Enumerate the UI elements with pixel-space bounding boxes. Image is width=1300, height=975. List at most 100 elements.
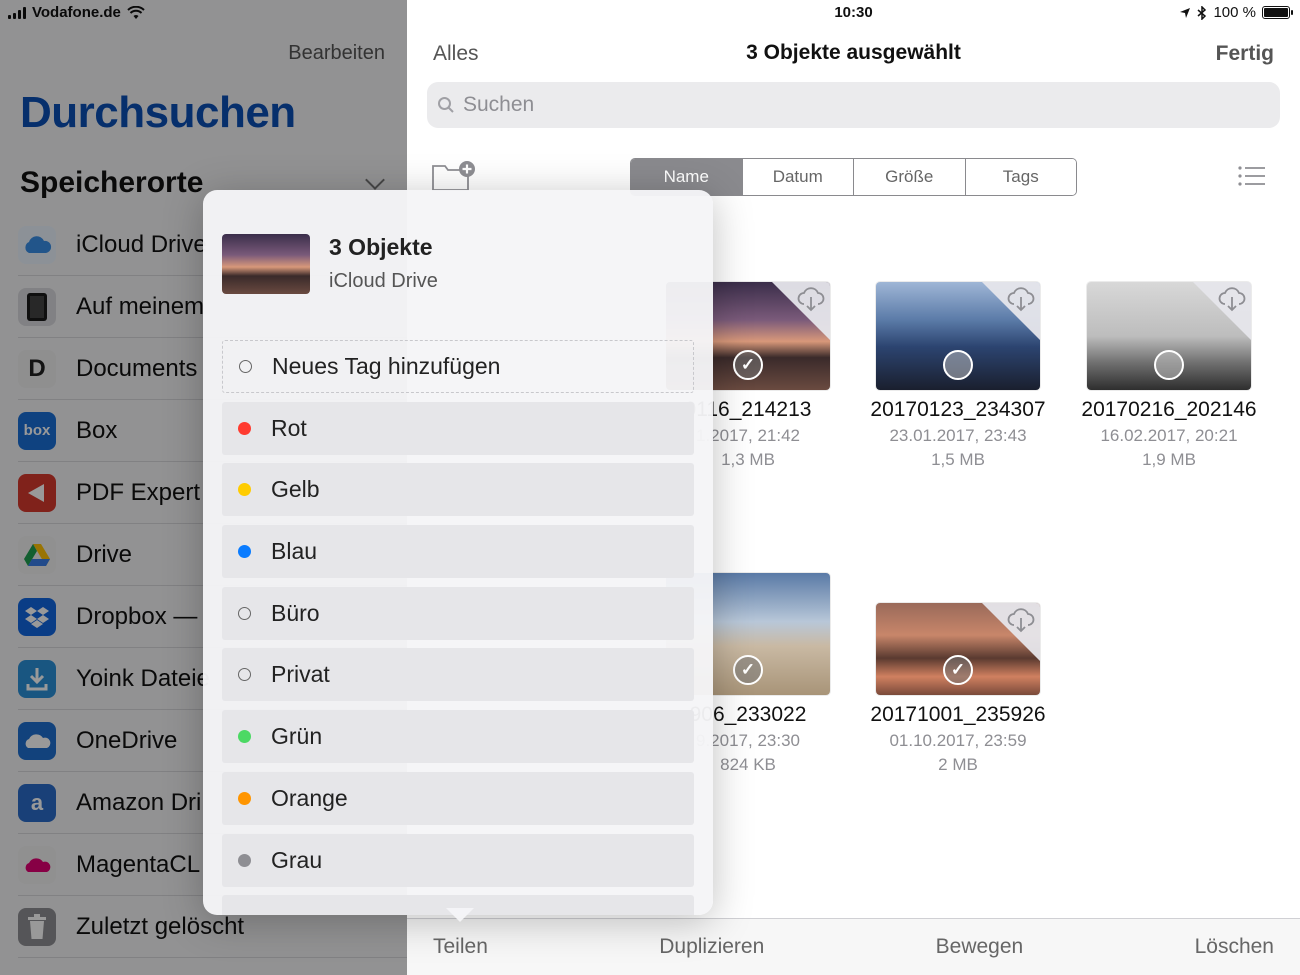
sidebar-item-label: iCloud Drive — [76, 230, 207, 258]
popover-title: 3 Objekte — [329, 234, 433, 260]
empty-circle-icon — [238, 606, 251, 620]
tag-item-gray[interactable]: Grau — [222, 833, 694, 887]
tag-label: Blau — [271, 538, 318, 565]
popover-subtitle: iCloud Drive — [329, 270, 438, 292]
selected-check-icon: ✓ — [733, 655, 763, 685]
tag-label: Privat — [271, 661, 330, 688]
share-button[interactable]: Teilen — [433, 935, 488, 959]
status-time: 10:30 — [834, 4, 873, 21]
sidebar-item-label: PDF Expert — [76, 478, 201, 506]
duplicate-button[interactable]: Duplizieren — [659, 935, 764, 959]
search-icon — [438, 97, 454, 113]
move-button[interactable]: Bewegen — [936, 935, 1024, 959]
cloud-download-icon[interactable] — [796, 286, 826, 312]
new-folder-icon[interactable] — [432, 160, 476, 192]
tag-label: Gelb — [271, 476, 320, 503]
sidebar-item-label: OneDrive — [76, 726, 178, 754]
google-drive-icon — [18, 535, 56, 574]
tag-label: Orange — [271, 784, 348, 811]
magentacloud-icon — [18, 845, 56, 884]
signal-icon — [8, 6, 26, 19]
tag-item-yellow[interactable]: Gelb — [222, 463, 694, 517]
orange-dot-icon — [238, 791, 251, 805]
tags-popover: 3 Objekte iCloud Drive Neues Tag hinzufü… — [203, 190, 713, 915]
tag-item-red[interactable]: Rot — [222, 401, 694, 455]
cloud-download-icon[interactable] — [1217, 286, 1247, 312]
search-bar[interactable] — [427, 82, 1280, 128]
green-dot-icon — [238, 730, 251, 744]
file-date: 16.02.2017, 20:21 — [1100, 426, 1238, 445]
cloud-download-icon[interactable] — [1006, 607, 1036, 633]
file-item[interactable]: 20170123_234307 23.01.2017, 23:43 1,5 MB — [858, 282, 1058, 470]
gray-dot-icon — [238, 853, 251, 867]
sort-date-button[interactable]: Datum — [742, 159, 854, 195]
onedrive-icon — [18, 721, 56, 760]
chevron-down-icon[interactable] — [365, 170, 385, 190]
trash-icon — [18, 907, 56, 946]
documents-icon: D — [18, 349, 56, 388]
empty-circle-icon — [239, 360, 252, 373]
tag-label: Neues Tag hinzufügen — [272, 353, 501, 379]
list-view-icon[interactable] — [1238, 166, 1266, 186]
tag-item-office[interactable]: Büro — [222, 586, 694, 640]
tag-label: Büro — [271, 599, 320, 626]
sidebar-item-label: Drive — [76, 540, 133, 568]
sort-size-button[interactable]: Größe — [854, 159, 966, 195]
location-arrow-icon — [1180, 7, 1191, 18]
wifi-icon — [127, 5, 145, 19]
popover-arrow — [446, 908, 474, 922]
carrier-label: Vodafone.de — [32, 4, 121, 21]
file-thumbnail: ✓ — [876, 603, 1040, 695]
edit-button[interactable]: Bearbeiten — [288, 42, 385, 65]
bottom-toolbar: Teilen Duplizieren Bewegen Löschen — [407, 918, 1300, 975]
selection-title: 3 Objekte ausgewählt — [746, 41, 961, 64]
sidebar-item-label: Documents — [76, 354, 198, 382]
sort-tags-button[interactable]: Tags — [965, 159, 1076, 195]
yellow-dot-icon — [238, 483, 251, 497]
red-dot-icon — [238, 421, 251, 435]
sidebar-item-label: Zuletzt gelöscht — [76, 912, 245, 940]
done-button[interactable]: Fertig — [1216, 42, 1274, 66]
tag-item-private[interactable]: Privat — [222, 648, 694, 702]
selected-check-icon: ✓ — [733, 350, 763, 380]
delete-button[interactable]: Löschen — [1195, 935, 1274, 959]
dropbox-icon — [18, 597, 56, 636]
ipad-icon — [18, 287, 56, 326]
tag-list: Neues Tag hinzufügen Rot Gelb Blau Büro … — [222, 340, 694, 915]
icloud-icon — [18, 225, 56, 264]
pdf-expert-icon — [18, 473, 56, 512]
tag-item-green[interactable]: Grün — [222, 710, 694, 764]
tag-label: Rot — [271, 414, 307, 441]
sidebar-item-label: Amazon Dri — [76, 788, 202, 816]
sidebar-item-label: Box — [76, 416, 118, 444]
add-tag-button[interactable]: Neues Tag hinzufügen — [222, 340, 694, 393]
file-name: 20170123_234307 — [870, 398, 1046, 421]
file-item[interactable]: 20170216_202146 16.02.2017, 20:21 1,9 MB — [1069, 282, 1269, 470]
amazon-drive-icon: a — [18, 783, 56, 822]
box-icon: box — [18, 411, 56, 450]
sidebar-item-label: MagentaCL — [76, 850, 201, 878]
battery-icon — [1262, 6, 1293, 19]
file-size: 2 MB — [938, 755, 978, 774]
battery-label: 100 % — [1213, 4, 1256, 21]
sidebar-item-label: Yoink Dateie — [76, 664, 210, 692]
tag-item-orange[interactable]: Orange — [222, 771, 694, 825]
file-thumbnail — [876, 282, 1040, 390]
status-right: 100 % — [1179, 4, 1293, 21]
empty-circle-icon — [238, 668, 251, 682]
file-thumbnail — [1087, 282, 1251, 390]
file-name: 20170216_202146 — [1081, 398, 1257, 421]
tag-label: Grau — [271, 846, 323, 873]
page-title: Durchsuchen — [20, 88, 296, 137]
blue-dot-icon — [238, 545, 251, 559]
status-left: Vodafone.de — [8, 4, 145, 21]
sidebar-item-label: Dropbox — — [76, 602, 198, 630]
cloud-download-icon[interactable] — [1006, 286, 1036, 312]
tag-item-blue[interactable]: Blau — [222, 525, 694, 579]
search-input[interactable] — [463, 93, 1243, 117]
yoink-icon — [18, 659, 56, 698]
file-date: 23.01.2017, 23:43 — [889, 426, 1027, 445]
file-item[interactable]: ✓ 20171001_235926 01.10.2017, 23:59 2 MB — [858, 603, 1058, 775]
file-date: 01.10.2017, 23:59 — [889, 731, 1027, 750]
selection-circle-icon — [943, 350, 973, 380]
